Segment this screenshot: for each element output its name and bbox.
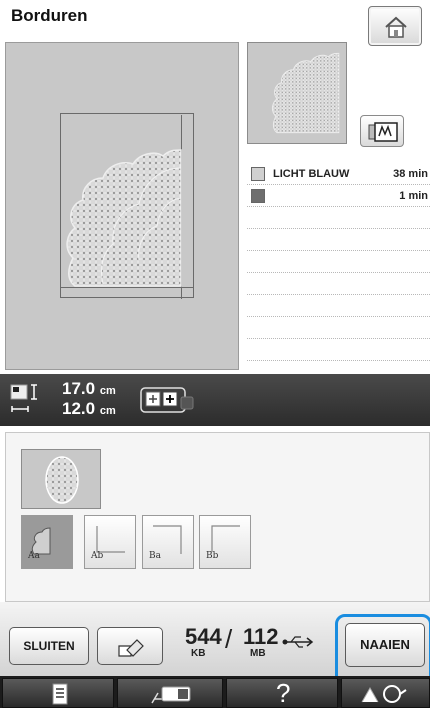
height-unit: cm xyxy=(99,385,116,397)
help-nav-button[interactable]: ? xyxy=(226,678,338,708)
sew-button[interactable]: NAAIEN xyxy=(345,623,425,667)
thread-icon xyxy=(361,685,407,703)
design-pattern-button[interactable] xyxy=(21,449,101,509)
thread-color-empty-row xyxy=(247,207,430,229)
lace-border-design xyxy=(66,149,182,287)
document-nav-button[interactable] xyxy=(2,678,114,708)
eraser-icon xyxy=(118,639,144,657)
design-thumbnail xyxy=(247,42,347,144)
height-value: 17.0 xyxy=(62,379,96,398)
memory-total-unit: MB xyxy=(250,648,266,659)
usb-icon xyxy=(282,636,314,648)
thread-color-empty-row xyxy=(247,295,430,317)
corner-arrangement-ab-icon: Ab xyxy=(90,526,125,561)
home-button[interactable] xyxy=(368,6,422,46)
sewing-machine-icon xyxy=(151,686,191,704)
design-thumbnail-image xyxy=(271,52,340,134)
thread-nav-button[interactable] xyxy=(341,678,430,708)
erase-button[interactable] xyxy=(97,627,163,665)
corner-arrangement-ba-icon: Ba xyxy=(149,525,182,561)
bottom-toolbar: SLUITEN 544 KB / 112 MB NAAIEN xyxy=(0,602,430,688)
fit-frame-icon xyxy=(140,387,194,413)
arrangement-option-bb[interactable]: Bb xyxy=(199,515,251,569)
thread-color-empty-row xyxy=(247,273,430,295)
page-title: Borduren xyxy=(11,6,88,25)
home-icon xyxy=(385,16,407,38)
thread-color-row[interactable]: 1 min xyxy=(247,185,430,207)
arrangement-option-aa[interactable]: Aa xyxy=(21,515,73,569)
embroidery-preview xyxy=(5,42,239,370)
thread-color-empty-row xyxy=(247,317,430,339)
thread-swatch xyxy=(251,167,265,181)
corner-arrangement-aa-icon: Aa xyxy=(27,527,51,561)
machine-nav-button[interactable] xyxy=(117,678,223,708)
thread-color-time: 38 min xyxy=(393,168,428,180)
embroidery-frame-icon xyxy=(368,122,398,142)
thread-swatch xyxy=(251,189,265,203)
frame-display-button[interactable] xyxy=(360,115,404,147)
thread-color-time: 1 min xyxy=(399,190,428,202)
width-value: 12.0 xyxy=(62,399,96,418)
close-button[interactable]: SLUITEN xyxy=(9,627,89,665)
memory-total: 112 xyxy=(243,624,279,649)
width-unit: cm xyxy=(99,405,116,417)
thread-color-list: LICHT BLAUW 38 min 1 min xyxy=(247,163,430,361)
thread-color-empty-row xyxy=(247,229,430,251)
thread-color-row[interactable]: LICHT BLAUW 38 min xyxy=(247,163,430,185)
thread-color-name: LICHT BLAUW xyxy=(273,168,350,180)
corner-arrangement-bb-icon: Bb xyxy=(206,525,240,561)
arrangement-label: Ba xyxy=(149,551,162,561)
info-bar: 17.0 cm 12.0 cm xyxy=(0,374,430,426)
memory-used-unit: KB xyxy=(191,648,206,659)
arrangement-label: Bb xyxy=(206,551,219,561)
arrangement-option-ab[interactable]: Ab xyxy=(84,515,136,569)
arrangement-option-ba[interactable]: Ba xyxy=(142,515,194,569)
help-icon: ? xyxy=(276,678,291,708)
thread-color-empty-row xyxy=(247,339,430,361)
thread-color-empty-row xyxy=(247,251,430,273)
oval-lace-design xyxy=(45,456,79,504)
arrangement-label: Aa xyxy=(27,551,40,561)
arrangement-panel: Aa Ab Ba Bb xyxy=(5,432,430,602)
size-arrows-icon xyxy=(10,384,37,412)
memory-used: 544 xyxy=(185,624,222,649)
arrangement-label: Ab xyxy=(90,551,103,561)
document-icon xyxy=(52,683,68,705)
navigation-bar: ? xyxy=(0,676,430,708)
design-size: 17.0 cm 12.0 cm xyxy=(62,380,116,420)
memory-separator: / xyxy=(225,624,233,654)
